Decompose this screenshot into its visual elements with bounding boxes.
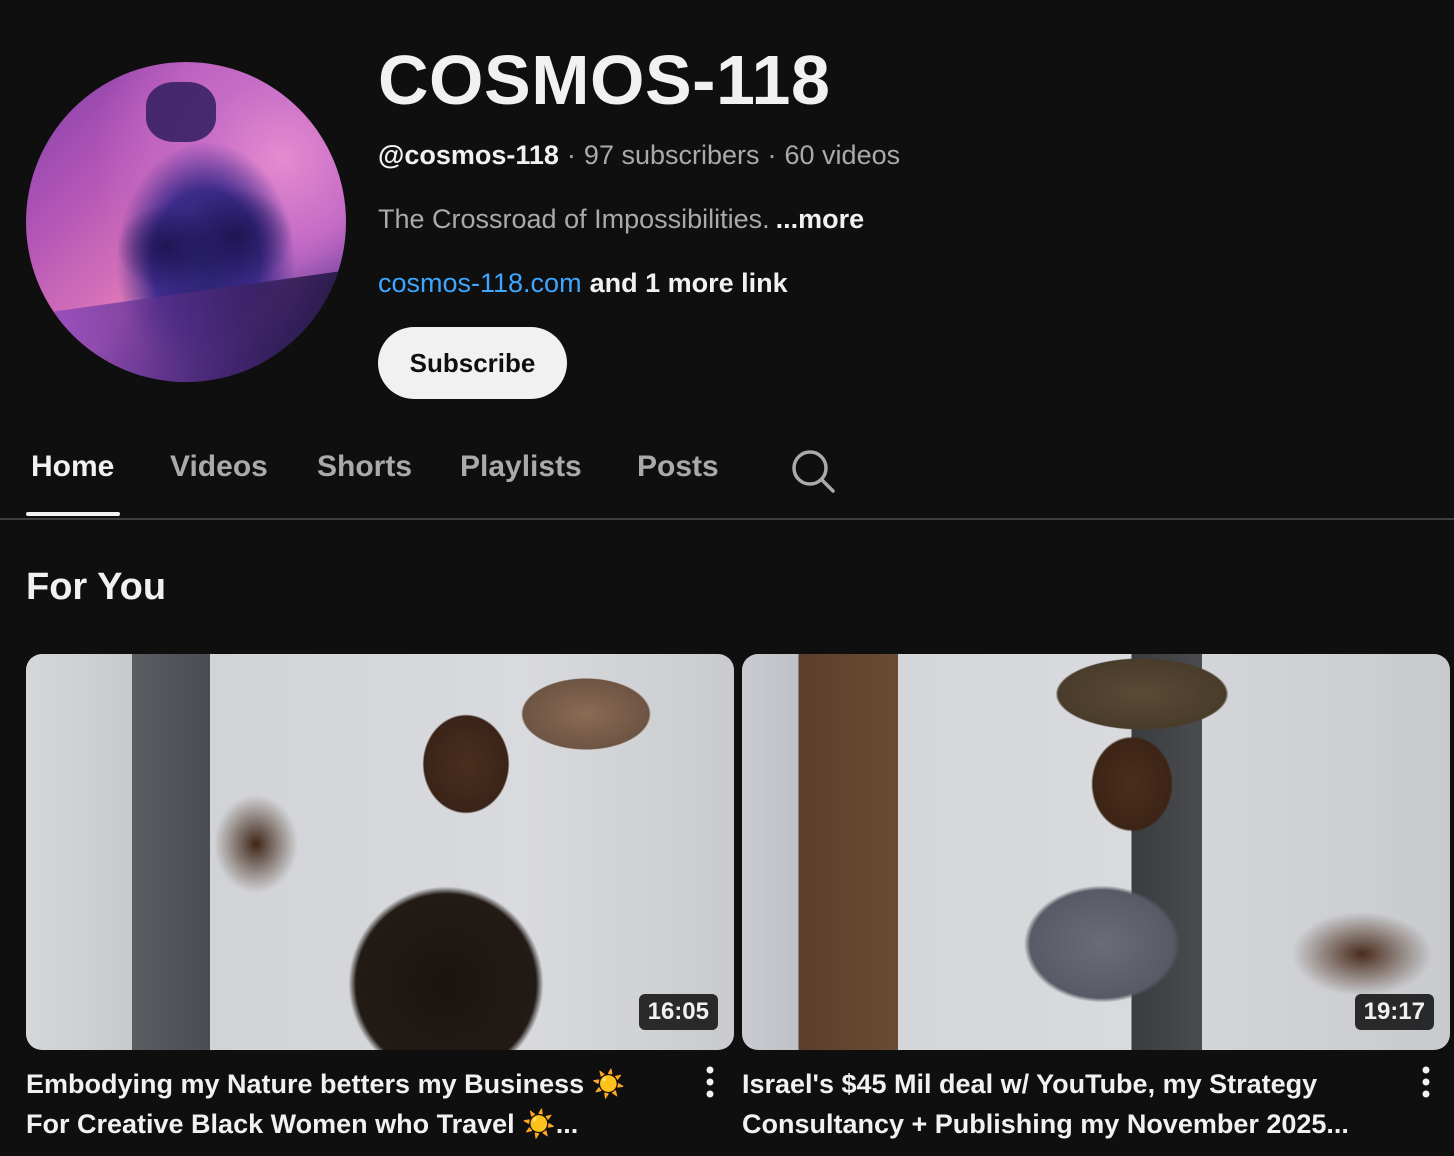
video-card: 19:17 Israel's $45 Mil deal w/ YouTube, … [742,654,1450,1156]
tab-label: Playlists [460,450,582,483]
meta-separator: · [566,140,576,170]
more-vert-icon[interactable] [1416,1064,1436,1104]
active-tab-indicator [26,512,121,516]
channel-handle: @cosmos-118 [378,140,559,170]
channel-avatar[interactable] [26,62,346,382]
tab-label: Shorts [317,450,413,483]
description-more-link[interactable]: ...more [776,204,865,234]
section-title: For You [26,566,167,608]
tab-label: Videos [170,450,268,483]
video-count: 60 videos [784,140,901,170]
tab-label: Posts [637,450,719,483]
tab-posts[interactable]: Posts [637,450,719,516]
tab-videos[interactable]: Videos [170,450,268,516]
avatar-detail [40,271,346,382]
video-title[interactable]: Embodying my Nature betters my Business … [26,1064,666,1144]
tab-playlists[interactable]: Playlists [460,450,582,516]
video-title[interactable]: Israel's $45 Mil deal w/ YouTube, my Str… [742,1064,1382,1144]
avatar-detail [146,82,216,142]
channel-tabs: Home Videos Shorts Playlists Posts [0,430,1454,520]
channel-description[interactable]: The Crossroad of Impossibilities. ...more [378,202,864,236]
channel-name: COSMOS-118 [378,41,831,119]
more-vert-icon[interactable] [700,1064,720,1104]
video-card: 16:05 Embodying my Nature betters my Bus… [26,654,734,1156]
description-text: The Crossroad of Impossibilities. [378,204,770,234]
video-thumbnail[interactable]: 16:05 [26,654,734,1050]
video-thumbnail[interactable]: 19:17 [742,654,1450,1050]
meta-separator: · [767,140,777,170]
search-icon[interactable] [790,448,836,494]
channel-meta: @cosmos-118 · 97 subscribers · 60 videos [378,138,900,172]
tab-shorts[interactable]: Shorts [317,450,412,516]
video-info: Embodying my Nature betters my Business … [26,1064,734,1156]
video-duration: 16:05 [638,994,718,1030]
tab-home[interactable]: Home [26,450,121,516]
channel-page: COSMOS-118 @cosmos-118 · 97 subscribers · 60… [0,0,1454,1156]
channel-website-link[interactable]: cosmos-118.com [378,268,582,298]
tab-label: Home [31,450,115,483]
subscribe-button[interactable]: Subscribe [378,327,567,399]
subscriber-count: 97 subscribers [583,140,760,170]
video-info: Israel's $45 Mil deal w/ YouTube, my Str… [742,1064,1450,1156]
more-links-button[interactable]: and 1 more link [590,268,788,298]
channel-links: cosmos-118.com and 1 more link [378,266,788,300]
video-duration: 19:17 [1354,994,1434,1030]
